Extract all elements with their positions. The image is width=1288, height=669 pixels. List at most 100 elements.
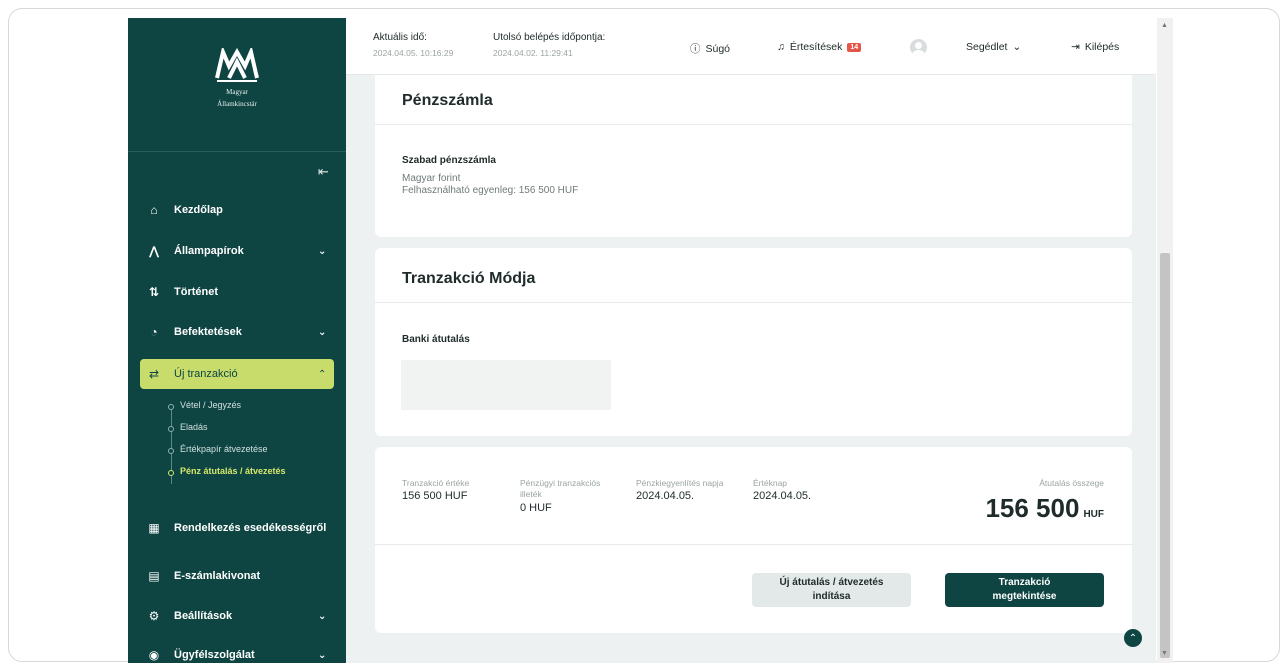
help-label: Súgó [705, 42, 731, 55]
sidebar-item-investments[interactable]: ◔ Befektetések ⌄ [140, 317, 334, 347]
logout-icon: ⇥ [1071, 41, 1080, 53]
divider [375, 544, 1132, 545]
submenu-dot [168, 470, 174, 476]
account-card: Pénzszámla Szabad pénzszámla Magyar fori… [375, 75, 1132, 237]
settlement-date: 2024.04.05. [636, 490, 695, 502]
sidebar-item-label: Befektetések [174, 326, 242, 338]
calendar-icon: ▦ [148, 520, 160, 535]
summary-card: Tranzakció értéke 156 500 HUF Pénzügyi t… [375, 447, 1132, 633]
transfer-method: Banki átutalás [402, 334, 470, 345]
chevron-down-icon: ⌄ [318, 326, 327, 338]
chevron-down-icon: ⌄ [318, 610, 327, 622]
collapse-sidebar-icon[interactable]: ⇤ [318, 164, 329, 180]
notifications-badge: 14 [847, 42, 862, 52]
chevron-down-icon: ⌄ [1012, 41, 1022, 53]
transaction-fee: 0 HUF [520, 502, 552, 514]
scroll-to-top-button[interactable]: ⌃ [1124, 629, 1142, 647]
current-time-label: Aktuális idő: [373, 32, 427, 43]
sidebar-item-label: Új tranzakció [174, 368, 238, 380]
review-transaction-button[interactable]: Tranzakció megtekintése [945, 573, 1104, 607]
scroll-up-arrow-icon[interactable]: ▲ [1161, 22, 1168, 29]
last-login-label: Utolsó belépés időpontja: [493, 32, 606, 43]
top-bar: Aktuális idő: 2024.04.05. 10:16:29 Utols… [346, 18, 1156, 75]
sidebar-item-history[interactable]: ⇅ Történet [140, 277, 334, 307]
logout-label: Kilépés [1084, 41, 1120, 53]
piggy-bank-icon: ◔ [150, 325, 158, 339]
help-icon: ⓘ [690, 43, 701, 55]
account-balance: Felhasználható egyenleg: 156 500 HUF [402, 185, 579, 196]
logout-link[interactable]: ⇥ Kilépés [1071, 41, 1119, 53]
transfer-amount-value: 156 500 [985, 493, 1080, 523]
notifications-label: Értesítések [789, 41, 843, 53]
sidebar-item-settings[interactable]: ⚙ Beállítások ⌄ [140, 601, 334, 631]
submenu-dot [168, 426, 174, 432]
sidebar-item-customer-service[interactable]: ◉ Ügyfélszolgálat ⌄ [140, 640, 334, 663]
sidebar: Magyar Államkincstár ⇤ ⌂ Kezdőlap ⋀ Álla… [128, 18, 346, 663]
logo-line-2: Államkincstár [217, 100, 257, 108]
value-date-label: Értéknap [753, 478, 788, 488]
transfer-icon: ⇄ [148, 367, 160, 381]
sidebar-item-label: Állampapírok [174, 245, 244, 257]
transfer-amount-currency: HUF [1083, 509, 1104, 520]
guide-dropdown[interactable]: Segédlet ⌄ [966, 41, 1021, 53]
home-icon: ⌂ [150, 203, 158, 217]
sidebar-item-new-transaction[interactable]: ⇄ Új tranzakció ⌃ [140, 359, 334, 389]
review-label-line2: megtekintése [992, 591, 1057, 602]
transaction-fee-label-line2: illeték [520, 489, 542, 499]
account-card-title: Pénzszámla [402, 92, 493, 109]
scrollbar[interactable]: ▲ ▼ [1157, 18, 1173, 663]
chart-icon: ⋀ [148, 244, 160, 258]
redacted-area [401, 360, 611, 410]
sidebar-item-label: Beállítások [174, 610, 233, 622]
current-time-value: 2024.04.05. 10:16:29 [373, 48, 454, 58]
transfer-amount-label: Átutalás összege [1039, 478, 1104, 488]
sidebar-item-label: Történet [174, 286, 218, 298]
divider [375, 302, 1132, 303]
notifications-link[interactable]: ♫ Értesítések 14 [777, 41, 862, 53]
guide-label: Segédlet [966, 41, 1008, 53]
sidebar-item-maturity-orders[interactable]: ▦ Rendelkezés esedékességről [140, 508, 334, 548]
submenu-item-buy[interactable]: Vétel / Jegyzés [180, 400, 241, 410]
submenu-dot [168, 448, 174, 454]
bell-icon: ♫ [777, 41, 785, 53]
avatar[interactable] [910, 39, 927, 56]
divider [375, 124, 1132, 125]
new-transfer-label-line1: Új átutalás / átvezetés [779, 577, 884, 588]
new-transfer-label-line2: indítása [812, 591, 851, 602]
gear-icon: ⚙ [148, 609, 160, 623]
sidebar-item-government-securities[interactable]: ⋀ Állampapírok ⌄ [140, 236, 334, 266]
chevron-down-icon: ⌄ [318, 245, 327, 257]
sidebar-item-label: E-számlakivonat [174, 570, 261, 582]
new-transfer-button[interactable]: Új átutalás / átvezetés indítása [752, 573, 911, 607]
last-login-value: 2024.04.02. 11:29:41 [493, 48, 573, 58]
scroll-down-arrow-icon[interactable]: ▼ [1161, 650, 1168, 657]
document-icon: ▤ [148, 569, 160, 583]
transfer-amount: 156 500 HUF [985, 493, 1104, 524]
sidebar-item-e-statement[interactable]: ▤ E-számlakivonat [140, 561, 334, 591]
chevron-down-icon: ⌄ [318, 649, 327, 661]
logo-line-1: Magyar [226, 88, 248, 96]
account-currency: Magyar forint [402, 173, 461, 184]
settlement-date-label: Pénzkiegyenlítés napja [636, 478, 724, 488]
submenu-dot [168, 404, 174, 410]
transaction-mode-card: Tranzakció Módja Banki átutalás [375, 248, 1132, 436]
submenu-item-securities-transfer[interactable]: Értékpapír átvezetése [180, 444, 268, 454]
help-link[interactable]: ⓘ Súgó [690, 41, 730, 56]
transaction-fee-label-line1: Pénzügyi tranzakciós [520, 478, 601, 488]
logo[interactable]: Magyar Államkincstár [128, 48, 346, 108]
transaction-value: 156 500 HUF [402, 490, 468, 502]
support-icon: ◉ [148, 648, 160, 662]
submenu-item-sell[interactable]: Eladás [180, 422, 208, 432]
account-name: Szabad pénzszámla [402, 155, 496, 166]
submenu-item-money-transfer[interactable]: Pénz átutalás / átvezetés [180, 466, 286, 476]
history-icon: ⇅ [148, 285, 160, 299]
sidebar-item-label: Rendelkezés esedékességről [174, 521, 327, 534]
divider [128, 151, 346, 152]
sidebar-item-home[interactable]: ⌂ Kezdőlap [140, 195, 334, 225]
chevron-up-icon: ⌃ [1128, 632, 1138, 644]
scrollbar-thumb[interactable] [1160, 253, 1170, 658]
value-date: 2024.04.05. [753, 490, 812, 502]
main-content: Pénzszámla Szabad pénzszámla Magyar fori… [346, 75, 1156, 663]
chevron-up-icon: ⌃ [318, 368, 327, 380]
review-label-line1: Tranzakció [998, 577, 1051, 588]
